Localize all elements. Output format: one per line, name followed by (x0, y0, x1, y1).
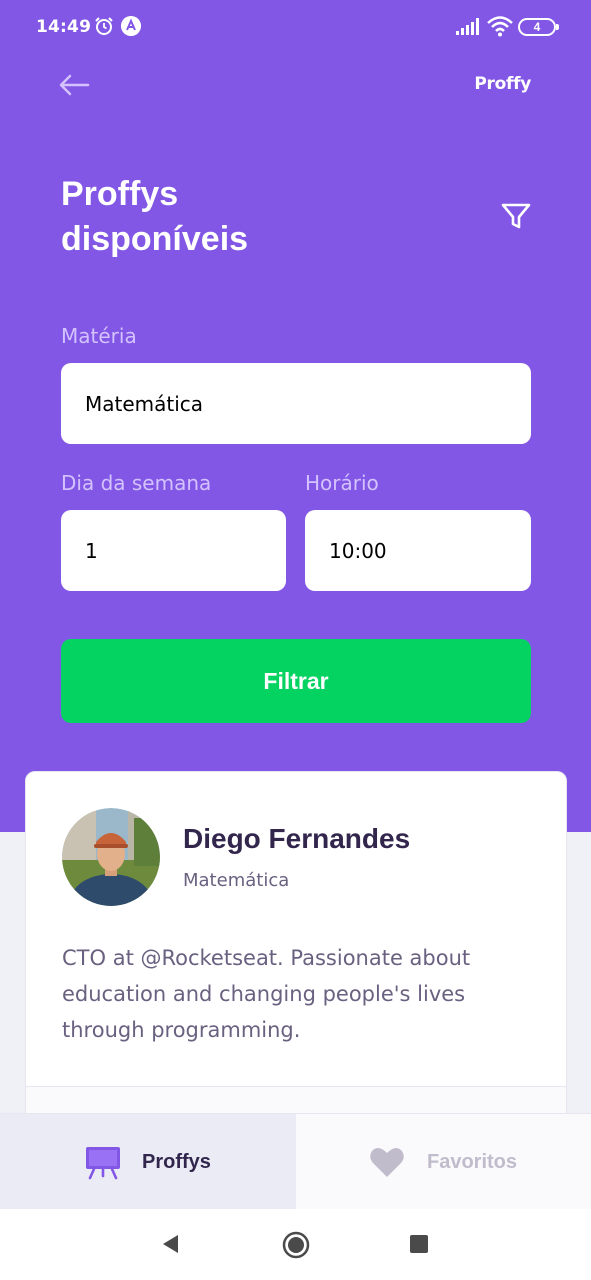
teacher-bio: CTO at @Rocketseat. Passionate about edu… (62, 946, 471, 1042)
filter-icon[interactable] (498, 198, 534, 234)
tab-proffys[interactable]: Proffys (0, 1114, 296, 1210)
back-arrow-icon[interactable] (56, 70, 92, 100)
tab-favoritos[interactable]: Favoritos (296, 1114, 591, 1210)
page-title-line1: Proffys (61, 175, 179, 213)
subject-label: Matéria (61, 324, 137, 348)
signal-icon (456, 18, 479, 35)
system-nav-bar (0, 1209, 591, 1280)
nav-home-icon[interactable] (282, 1231, 310, 1259)
time-input[interactable] (305, 510, 531, 591)
nav-recents-icon[interactable] (410, 1235, 428, 1253)
battery-icon: 4 (518, 18, 559, 36)
bottom-tab-bar: Proffys Favoritos (0, 1113, 591, 1210)
alarm-icon (95, 17, 113, 35)
status-bar: 14:49 4 (0, 0, 591, 56)
time-label: Horário (305, 471, 379, 495)
nav-back-icon[interactable] (160, 1233, 182, 1255)
teacher-avatar (62, 808, 160, 906)
battery-level: 4 (533, 20, 541, 34)
weekday-input[interactable] (61, 510, 286, 591)
page-title-line2: disponíveis (61, 220, 249, 258)
subject-input[interactable] (61, 363, 531, 444)
status-time: 14:49 (36, 17, 92, 37)
page-header: Proffy Proffys disponíveis Matéria Dia d… (0, 56, 591, 832)
weekday-label: Dia da semana (61, 471, 212, 495)
tab-favoritos-label: Favoritos (427, 1151, 518, 1173)
teacher-card: Diego Fernandes Matemática CTO at @Rocke… (25, 771, 567, 1131)
teacher-subject: Matemática (183, 870, 290, 891)
easel-icon (86, 1147, 120, 1180)
heart-icon (370, 1147, 404, 1177)
filter-submit-button[interactable]: Filtrar (61, 639, 531, 723)
tab-proffys-label: Proffys (142, 1151, 211, 1173)
brand-logo: Proffy (474, 74, 531, 94)
teacher-name: Diego Fernandes (183, 823, 411, 854)
page-title: Proffys disponíveis (61, 172, 361, 262)
wifi-icon (487, 16, 513, 37)
app-notification-icon (121, 16, 141, 36)
